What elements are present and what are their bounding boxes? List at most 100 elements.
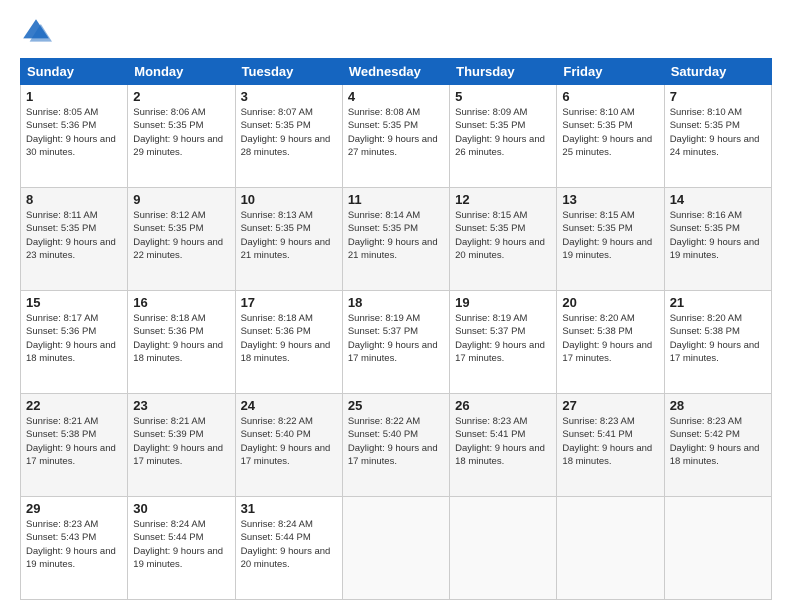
day-cell: 13 Sunrise: 8:15 AM Sunset: 5:35 PM Dayli…	[557, 188, 664, 291]
day-info: Sunrise: 8:19 AM Sunset: 5:37 PM Dayligh…	[455, 312, 551, 365]
day-number: 18	[348, 295, 444, 310]
day-header: Monday	[128, 59, 235, 85]
day-cell: 10 Sunrise: 8:13 AM Sunset: 5:35 PM Dayli…	[235, 188, 342, 291]
day-info: Sunrise: 8:10 AM Sunset: 5:35 PM Dayligh…	[670, 106, 766, 159]
day-info: Sunrise: 8:18 AM Sunset: 5:36 PM Dayligh…	[241, 312, 337, 365]
header-row: SundayMondayTuesdayWednesdayThursdayFrid…	[21, 59, 772, 85]
day-cell	[450, 497, 557, 600]
day-number: 8	[26, 192, 122, 207]
day-number: 14	[670, 192, 766, 207]
day-info: Sunrise: 8:24 AM Sunset: 5:44 PM Dayligh…	[241, 518, 337, 571]
day-info: Sunrise: 8:23 AM Sunset: 5:42 PM Dayligh…	[670, 415, 766, 468]
day-number: 29	[26, 501, 122, 516]
day-cell: 2 Sunrise: 8:06 AM Sunset: 5:35 PM Daylig…	[128, 85, 235, 188]
day-number: 20	[562, 295, 658, 310]
week-row: 1 Sunrise: 8:05 AM Sunset: 5:36 PM Daylig…	[21, 85, 772, 188]
day-number: 26	[455, 398, 551, 413]
day-cell: 31 Sunrise: 8:24 AM Sunset: 5:44 PM Dayli…	[235, 497, 342, 600]
day-cell: 18 Sunrise: 8:19 AM Sunset: 5:37 PM Dayli…	[342, 291, 449, 394]
day-number: 25	[348, 398, 444, 413]
day-cell	[342, 497, 449, 600]
week-row: 22Sunrise: 8:21 AM Sunset: 5:38 PM Dayli…	[21, 394, 772, 497]
day-cell: 5 Sunrise: 8:09 AM Sunset: 5:35 PM Daylig…	[450, 85, 557, 188]
day-info: Sunrise: 8:23 AM Sunset: 5:43 PM Dayligh…	[26, 518, 122, 571]
day-number: 11	[348, 192, 444, 207]
day-cell: 29 Sunrise: 8:23 AM Sunset: 5:43 PM Dayli…	[21, 497, 128, 600]
week-row: 15 Sunrise: 8:17 AM Sunset: 5:36 PM Dayli…	[21, 291, 772, 394]
day-cell: 9 Sunrise: 8:12 AM Sunset: 5:35 PM Daylig…	[128, 188, 235, 291]
day-number: 6	[562, 89, 658, 104]
day-info: Sunrise: 8:24 AM Sunset: 5:44 PM Dayligh…	[133, 518, 229, 571]
logo	[20, 16, 56, 48]
day-number: 15	[26, 295, 122, 310]
day-number: 31	[241, 501, 337, 516]
day-number: 27	[562, 398, 658, 413]
week-row: 8 Sunrise: 8:11 AM Sunset: 5:35 PM Daylig…	[21, 188, 772, 291]
day-info: Sunrise: 8:14 AM Sunset: 5:35 PM Dayligh…	[348, 209, 444, 262]
day-info: Sunrise: 8:23 AM Sunset: 5:41 PM Dayligh…	[455, 415, 551, 468]
day-cell: 20Sunrise: 8:20 AM Sunset: 5:38 PM Dayli…	[557, 291, 664, 394]
day-cell: 21Sunrise: 8:20 AM Sunset: 5:38 PM Dayli…	[664, 291, 771, 394]
calendar: SundayMondayTuesdayWednesdayThursdayFrid…	[20, 58, 772, 600]
day-info: Sunrise: 8:19 AM Sunset: 5:37 PM Dayligh…	[348, 312, 444, 365]
day-cell: 27 Sunrise: 8:23 AM Sunset: 5:41 PM Dayli…	[557, 394, 664, 497]
day-number: 23	[133, 398, 229, 413]
day-cell: 11 Sunrise: 8:14 AM Sunset: 5:35 PM Dayli…	[342, 188, 449, 291]
day-cell: 23 Sunrise: 8:21 AM Sunset: 5:39 PM Dayli…	[128, 394, 235, 497]
day-cell: 24 Sunrise: 8:22 AM Sunset: 5:40 PM Dayli…	[235, 394, 342, 497]
day-cell: 19 Sunrise: 8:19 AM Sunset: 5:37 PM Dayli…	[450, 291, 557, 394]
day-info: Sunrise: 8:06 AM Sunset: 5:35 PM Dayligh…	[133, 106, 229, 159]
day-number: 16	[133, 295, 229, 310]
day-info: Sunrise: 8:22 AM Sunset: 5:40 PM Dayligh…	[348, 415, 444, 468]
day-cell: 26 Sunrise: 8:23 AM Sunset: 5:41 PM Dayli…	[450, 394, 557, 497]
day-number: 12	[455, 192, 551, 207]
day-header: Wednesday	[342, 59, 449, 85]
day-info: Sunrise: 8:09 AM Sunset: 5:35 PM Dayligh…	[455, 106, 551, 159]
day-info: Sunrise: 8:08 AM Sunset: 5:35 PM Dayligh…	[348, 106, 444, 159]
day-cell: 12 Sunrise: 8:15 AM Sunset: 5:35 PM Dayli…	[450, 188, 557, 291]
day-info: Sunrise: 8:21 AM Sunset: 5:38 PM Dayligh…	[26, 415, 122, 468]
day-number: 24	[241, 398, 337, 413]
day-number: 2	[133, 89, 229, 104]
day-number: 5	[455, 89, 551, 104]
day-cell: 8 Sunrise: 8:11 AM Sunset: 5:35 PM Daylig…	[21, 188, 128, 291]
day-cell: 25 Sunrise: 8:22 AM Sunset: 5:40 PM Dayli…	[342, 394, 449, 497]
day-cell: 28 Sunrise: 8:23 AM Sunset: 5:42 PM Dayli…	[664, 394, 771, 497]
day-number: 19	[455, 295, 551, 310]
day-number: 1	[26, 89, 122, 104]
day-info: Sunrise: 8:12 AM Sunset: 5:35 PM Dayligh…	[133, 209, 229, 262]
day-info: Sunrise: 8:17 AM Sunset: 5:36 PM Dayligh…	[26, 312, 122, 365]
day-info: Sunrise: 8:15 AM Sunset: 5:35 PM Dayligh…	[562, 209, 658, 262]
day-cell	[664, 497, 771, 600]
day-cell: 6 Sunrise: 8:10 AM Sunset: 5:35 PM Daylig…	[557, 85, 664, 188]
day-cell: 1 Sunrise: 8:05 AM Sunset: 5:36 PM Daylig…	[21, 85, 128, 188]
day-number: 10	[241, 192, 337, 207]
day-cell: 17 Sunrise: 8:18 AM Sunset: 5:36 PM Dayli…	[235, 291, 342, 394]
day-info: Sunrise: 8:11 AM Sunset: 5:35 PM Dayligh…	[26, 209, 122, 262]
day-header: Sunday	[21, 59, 128, 85]
day-number: 13	[562, 192, 658, 207]
day-info: Sunrise: 8:21 AM Sunset: 5:39 PM Dayligh…	[133, 415, 229, 468]
day-info: Sunrise: 8:23 AM Sunset: 5:41 PM Dayligh…	[562, 415, 658, 468]
day-number: 3	[241, 89, 337, 104]
day-info: Sunrise: 8:22 AM Sunset: 5:40 PM Dayligh…	[241, 415, 337, 468]
day-number: 9	[133, 192, 229, 207]
day-header: Friday	[557, 59, 664, 85]
day-number: 17	[241, 295, 337, 310]
day-number: 28	[670, 398, 766, 413]
day-cell: 30Sunrise: 8:24 AM Sunset: 5:44 PM Dayli…	[128, 497, 235, 600]
logo-icon	[20, 16, 52, 48]
day-cell: 3Sunrise: 8:07 AM Sunset: 5:35 PM Daylig…	[235, 85, 342, 188]
week-row: 29 Sunrise: 8:23 AM Sunset: 5:43 PM Dayli…	[21, 497, 772, 600]
day-info: Sunrise: 8:15 AM Sunset: 5:35 PM Dayligh…	[455, 209, 551, 262]
day-number: 4	[348, 89, 444, 104]
day-cell: 4 Sunrise: 8:08 AM Sunset: 5:35 PM Daylig…	[342, 85, 449, 188]
day-header: Saturday	[664, 59, 771, 85]
day-info: Sunrise: 8:13 AM Sunset: 5:35 PM Dayligh…	[241, 209, 337, 262]
day-header: Tuesday	[235, 59, 342, 85]
day-info: Sunrise: 8:16 AM Sunset: 5:35 PM Dayligh…	[670, 209, 766, 262]
day-cell: 22Sunrise: 8:21 AM Sunset: 5:38 PM Dayli…	[21, 394, 128, 497]
day-cell	[557, 497, 664, 600]
day-info: Sunrise: 8:05 AM Sunset: 5:36 PM Dayligh…	[26, 106, 122, 159]
day-info: Sunrise: 8:10 AM Sunset: 5:35 PM Dayligh…	[562, 106, 658, 159]
